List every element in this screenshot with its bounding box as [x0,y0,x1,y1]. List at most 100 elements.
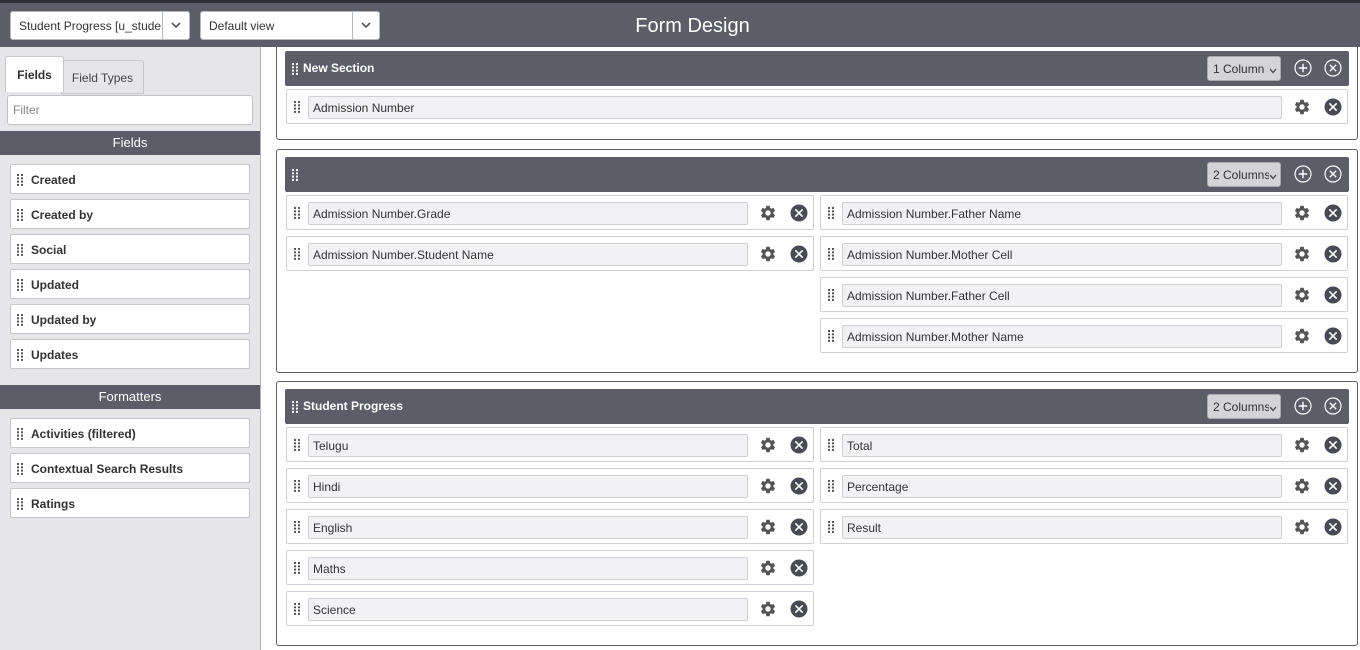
drag-handle-icon[interactable] [292,63,298,78]
field-row[interactable]: Admission Number.Mother Name [820,318,1348,353]
filter-field[interactable] [7,95,253,125]
gear-icon[interactable] [1293,477,1311,495]
sidebar-field-item[interactable]: Created [10,164,250,194]
drag-handle-icon[interactable] [294,562,300,577]
drag-handle-icon[interactable] [17,314,23,329]
close-circle-icon[interactable] [790,204,808,222]
sidebar-field-item-label: Updates [31,348,79,362]
field-row[interactable]: Admission Number.Mother Cell [820,236,1348,271]
drag-handle-icon[interactable] [17,244,23,259]
close-circle-icon[interactable] [1324,518,1342,536]
field-row[interactable]: Admission Number.Father Cell [820,277,1348,312]
plus-circle-icon[interactable] [1294,397,1312,415]
close-circle-icon[interactable] [1324,59,1342,77]
gear-icon[interactable] [1293,436,1311,454]
drag-handle-icon[interactable] [294,101,300,116]
close-circle-icon[interactable] [790,600,808,618]
gear-icon[interactable] [1293,327,1311,345]
gear-icon[interactable] [759,600,777,618]
close-circle-icon[interactable] [790,436,808,454]
columns-select-value: 2 Columns [1213,400,1269,414]
close-circle-icon[interactable] [1324,286,1342,304]
sidebar-field-item[interactable]: Social [10,234,250,264]
field-row[interactable]: Maths [286,550,814,585]
drag-handle-icon[interactable] [17,498,23,513]
sidebar-formatter-item[interactable]: Ratings [10,488,250,518]
close-circle-icon[interactable] [1324,327,1342,345]
sidebar-field-item[interactable]: Created by [10,199,250,229]
drag-handle-icon[interactable] [294,603,300,618]
field-row[interactable]: Telugu [286,427,814,462]
sidebar-formatter-item[interactable]: Contextual Search Results [10,453,250,483]
sidebar-field-item[interactable]: Updates [10,339,250,369]
gear-icon[interactable] [759,518,777,536]
drag-handle-icon[interactable] [828,330,834,345]
section-header[interactable]: 2 Columns [285,157,1349,192]
field-row[interactable]: Admission Number.Student Name [286,236,814,271]
form-section: 2 Columns Admission Number.Grade Admission… [276,149,1358,373]
close-circle-icon[interactable] [1324,397,1342,415]
field-row[interactable]: Admission Number.Father Name [820,195,1348,230]
close-circle-icon[interactable] [1324,98,1342,116]
drag-handle-icon[interactable] [828,289,834,304]
drag-handle-icon[interactable] [294,207,300,222]
columns-select[interactable]: 1 Column [1207,56,1281,81]
drag-handle-icon[interactable] [292,169,298,184]
drag-handle-icon[interactable] [17,209,23,224]
gear-icon[interactable] [1293,286,1311,304]
gear-icon[interactable] [759,204,777,222]
tab-fields[interactable]: Fields [5,56,64,92]
drag-handle-icon[interactable] [294,248,300,263]
drag-handle-icon[interactable] [17,428,23,443]
gear-icon[interactable] [1293,245,1311,263]
columns-select[interactable]: 2 Columns [1207,394,1281,419]
close-circle-icon[interactable] [1324,245,1342,263]
field-row[interactable]: Admission Number [286,89,1348,124]
drag-handle-icon[interactable] [294,480,300,495]
drag-handle-icon[interactable] [17,463,23,478]
drag-handle-icon[interactable] [294,439,300,454]
drag-handle-icon[interactable] [17,174,23,189]
close-circle-icon[interactable] [790,477,808,495]
filter-input[interactable] [8,96,252,124]
drag-handle-icon[interactable] [828,248,834,263]
close-circle-icon[interactable] [1324,436,1342,454]
drag-handle-icon[interactable] [828,521,834,536]
field-row[interactable]: Percentage [820,468,1348,503]
gear-icon[interactable] [1293,518,1311,536]
drag-handle-icon[interactable] [292,401,298,416]
close-circle-icon[interactable] [790,518,808,536]
sidebar-field-item[interactable]: Updated by [10,304,250,334]
sidebar-field-item[interactable]: Updated [10,269,250,299]
gear-icon[interactable] [759,559,777,577]
gear-icon[interactable] [1293,204,1311,222]
close-circle-icon[interactable] [790,245,808,263]
drag-handle-icon[interactable] [17,349,23,364]
drag-handle-icon[interactable] [17,279,23,294]
plus-circle-icon[interactable] [1294,165,1312,183]
section-header[interactable]: New Section 1 Column [285,51,1349,86]
plus-circle-icon[interactable] [1294,59,1312,77]
gear-icon[interactable] [759,477,777,495]
drag-handle-icon[interactable] [828,480,834,495]
gear-icon[interactable] [759,436,777,454]
sidebar-formatter-item[interactable]: Activities (filtered) [10,418,250,448]
field-row[interactable]: Total [820,427,1348,462]
columns-select[interactable]: 2 Columns [1207,162,1281,187]
gear-icon[interactable] [1293,98,1311,116]
close-circle-icon[interactable] [1324,477,1342,495]
field-row[interactable]: English [286,509,814,544]
field-row[interactable]: Hindi [286,468,814,503]
close-circle-icon[interactable] [1324,165,1342,183]
drag-handle-icon[interactable] [828,207,834,222]
drag-handle-icon[interactable] [294,521,300,536]
section-header[interactable]: Student Progress 2 Columns [285,389,1349,424]
drag-handle-icon[interactable] [828,439,834,454]
tab-field-types[interactable]: Field Types [61,60,144,94]
close-circle-icon[interactable] [790,559,808,577]
field-row[interactable]: Admission Number.Grade [286,195,814,230]
gear-icon[interactable] [759,245,777,263]
field-row[interactable]: Science [286,591,814,626]
close-circle-icon[interactable] [1324,204,1342,222]
field-row[interactable]: Result [820,509,1348,544]
